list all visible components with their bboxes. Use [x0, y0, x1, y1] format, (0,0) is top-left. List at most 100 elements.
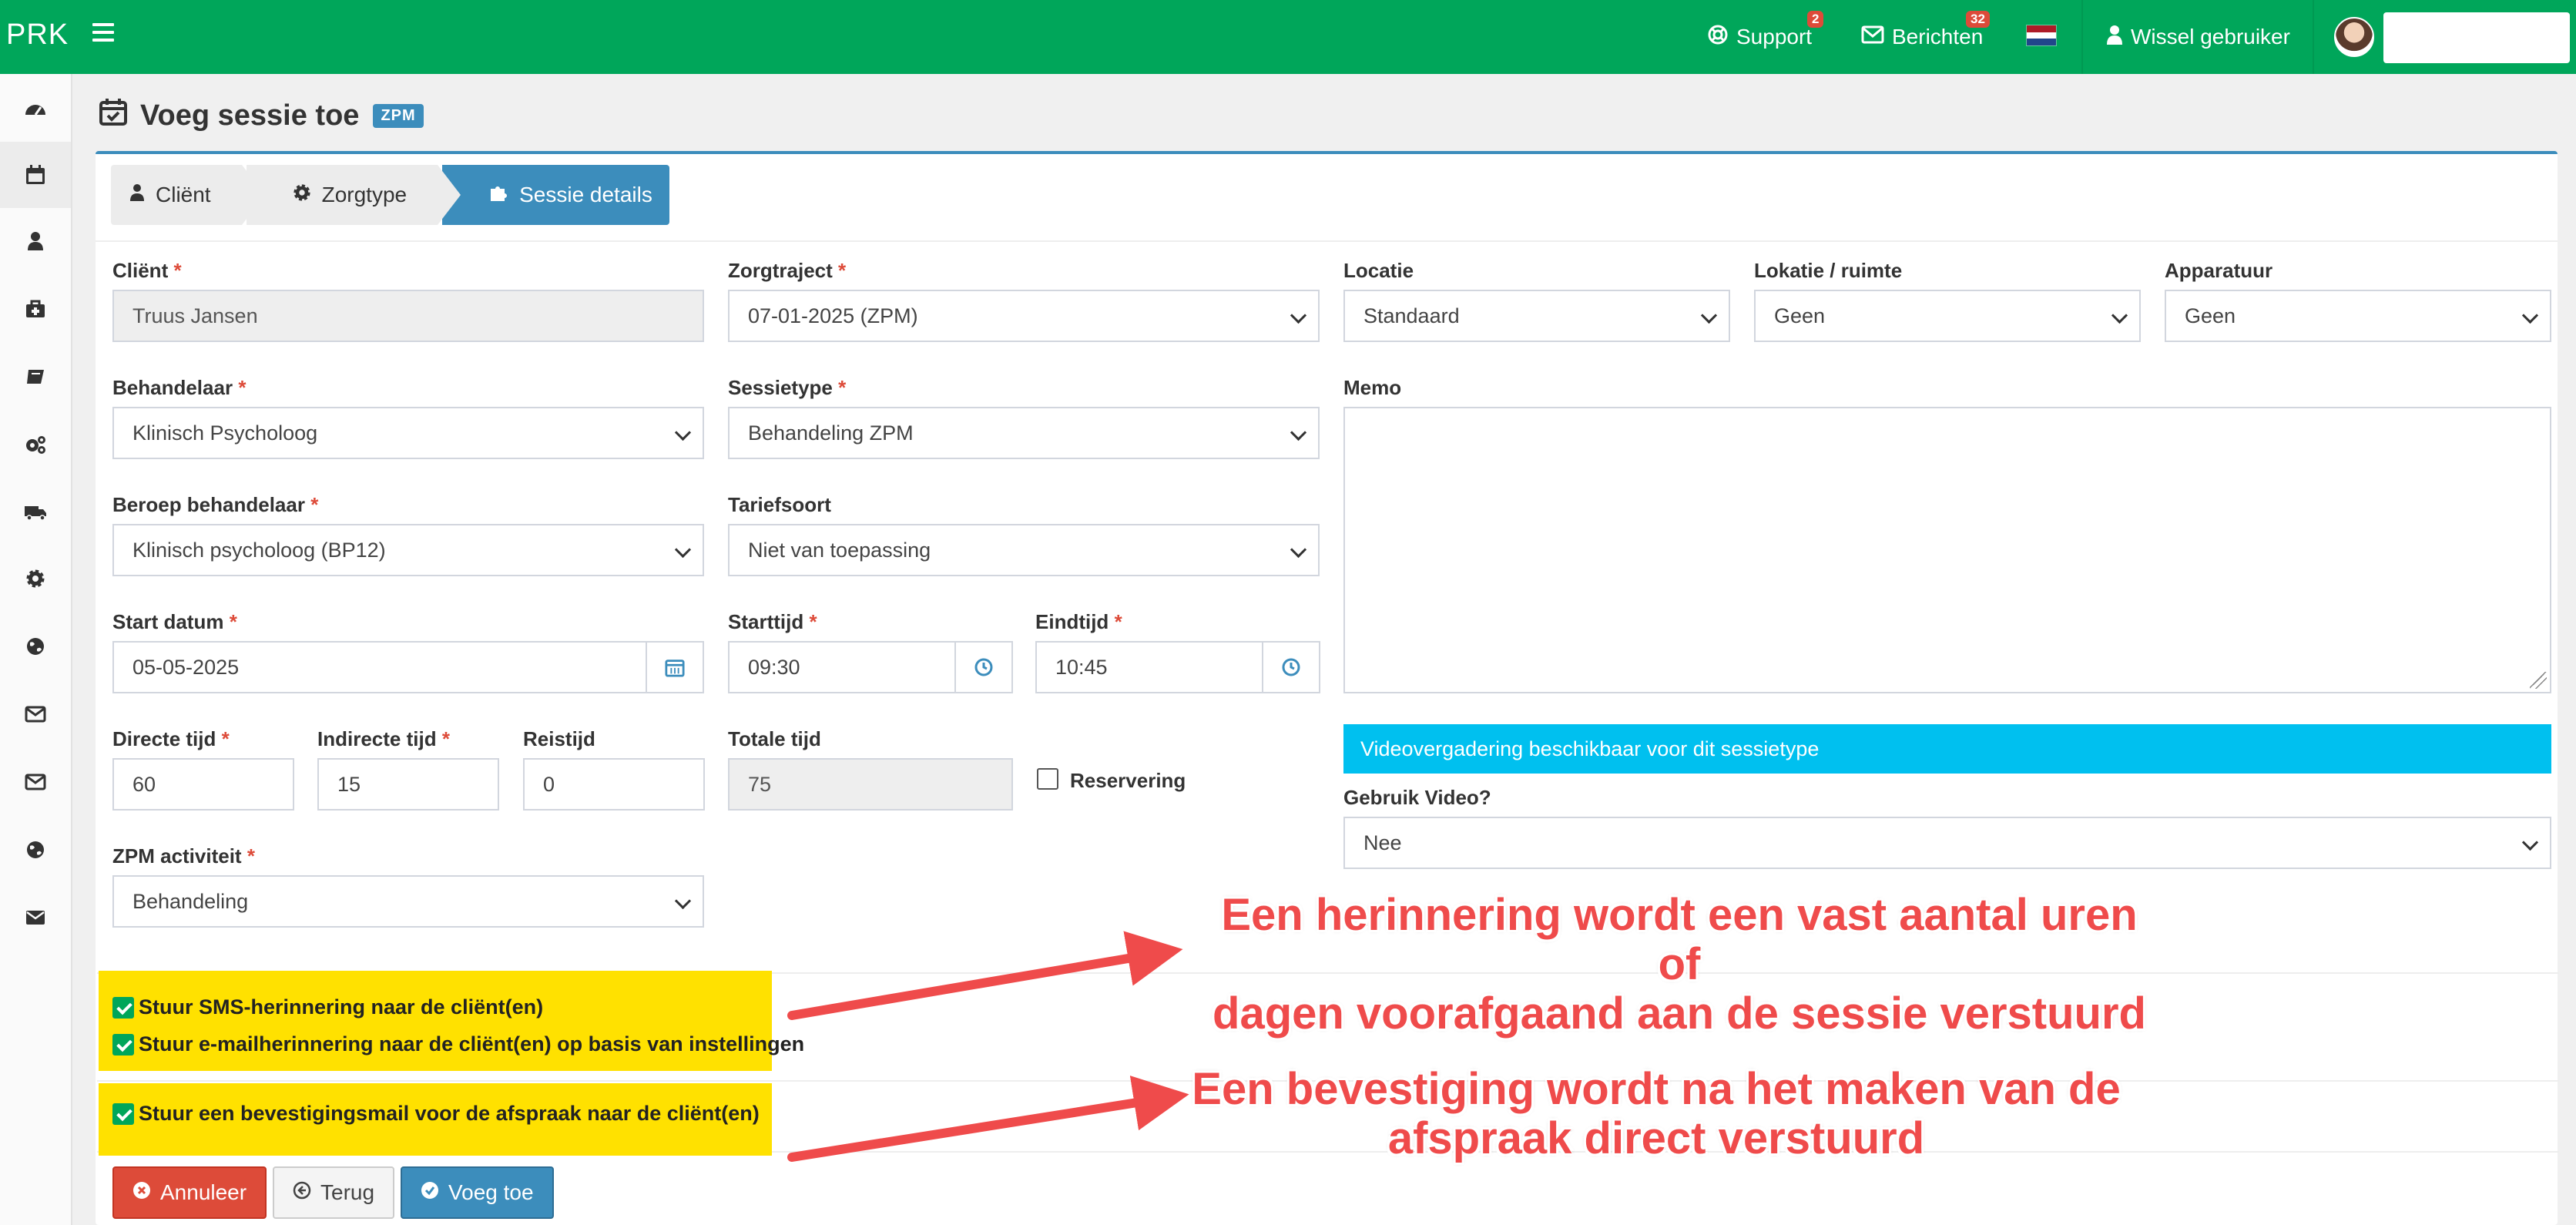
resize-grip-icon[interactable] [2530, 672, 2547, 689]
globe-icon [27, 638, 44, 655]
messages-link[interactable]: Berichten [1861, 0, 1983, 74]
email-reminder-checkbox[interactable] [112, 1033, 134, 1056]
gebruik-video-select[interactable]: Nee [1343, 817, 2551, 869]
sms-reminder-label: Stuur SMS-herinnering naar de cliënt(en) [139, 995, 544, 1019]
wizard-step-session-details[interactable]: Sessie details [442, 165, 669, 225]
calendar-picker-button[interactable] [646, 641, 704, 693]
zpm-activiteit-select[interactable]: Behandeling [112, 875, 704, 928]
sidebar-item-transport[interactable] [0, 479, 71, 545]
sms-reminder-row[interactable]: Stuur SMS-herinnering naar de cliënt(en) [112, 995, 543, 1019]
reservering-label: Reservering [1070, 769, 1186, 792]
sidebar-item-settings-multi[interactable] [0, 411, 71, 478]
wizard-steps: Cliënt Zorgtype Sessie details [111, 165, 674, 225]
user-secret-icon [2106, 24, 2123, 51]
sidebar-item-calendar[interactable] [0, 142, 71, 208]
indirecte-tijd-input[interactable]: 15 [317, 758, 499, 811]
eindtijd-input[interactable]: 10:45 [1035, 641, 1263, 693]
sidebar-item-mail-2[interactable] [0, 749, 71, 815]
app-logo[interactable]: PRK [6, 18, 69, 52]
sidebar-item-book[interactable] [0, 344, 71, 410]
starttijd-label: Starttijd * [728, 610, 817, 633]
dashboard-icon [25, 105, 45, 116]
sessietype-select[interactable]: Behandeling ZPM [728, 407, 1320, 459]
confirmation-row[interactable]: Stuur een bevestigingsmail voor de afspr… [112, 1102, 760, 1126]
start-datum-input[interactable]: 05-05-2025 [112, 641, 647, 693]
sidebar-item-settings[interactable] [0, 545, 71, 612]
support-link[interactable]: Support [1707, 0, 1812, 74]
apparatuur-label: Apparatuur [2165, 259, 2273, 282]
user-avatar[interactable] [2334, 17, 2374, 57]
sidebar-item-dashboard[interactable] [0, 76, 71, 142]
beroep-label: Beroep behandelaar * [112, 493, 319, 516]
globe-icon [27, 841, 44, 858]
lokatie-ruimte-select[interactable]: Geen [1754, 290, 2141, 342]
wizard-step-label: Zorgtype [321, 183, 408, 206]
wizard-step-label: Cliënt [156, 183, 211, 206]
sidebar-item-clients[interactable] [0, 208, 71, 274]
email-reminder-row[interactable]: Stuur e-mailherinnering naar de cliënt(e… [112, 1032, 804, 1056]
sms-reminder-checkbox[interactable] [112, 996, 134, 1019]
directe-tijd-input[interactable]: 60 [112, 758, 294, 811]
zorgtraject-select[interactable]: 07-01-2025 (ZPM) [728, 290, 1320, 342]
gear-icon [26, 569, 45, 588]
starttijd-input[interactable]: 09:30 [728, 641, 956, 693]
netherlands-flag-icon[interactable] [2026, 25, 2057, 46]
user-icon [28, 232, 43, 250]
totale-tijd-field: 75 [728, 758, 1013, 811]
lifebuoy-icon [1707, 24, 1729, 51]
email-reminder-label: Stuur e-mailherinnering naar de cliënt(e… [139, 1032, 805, 1056]
tariefsoort-select[interactable]: Niet van toepassing [728, 524, 1320, 576]
wizard-step-zorgtype[interactable]: Zorgtype [246, 165, 461, 225]
sidebar-item-care[interactable] [0, 276, 71, 342]
medkit-icon [26, 300, 45, 317]
add-button[interactable]: Voeg toe [401, 1166, 554, 1219]
switch-user-label: Wissel gebruiker [2131, 25, 2290, 49]
zorgtraject-label: Zorgtraject * [728, 259, 847, 282]
beroep-select[interactable]: Klinisch psycholoog (BP12) [112, 524, 704, 576]
page-title-text: Voeg sessie toe [140, 99, 360, 132]
support-label: Support [1736, 25, 1813, 49]
tariefsoort-label: Tariefsoort [728, 493, 831, 516]
reistijd-input[interactable]: 0 [523, 758, 705, 811]
messages-label: Berichten [1892, 25, 1984, 49]
arrow-circle-left-icon [293, 1181, 311, 1205]
locatie-select[interactable]: Standaard [1343, 290, 1730, 342]
sidebar-item-mail[interactable] [0, 681, 71, 747]
clock-icon [1282, 658, 1300, 676]
reminder-annotation: Een herinnering wordt een vast aantal ur… [1213, 890, 2146, 1039]
reistijd-label: Reistijd [523, 727, 595, 750]
menu-toggle-icon[interactable] [92, 23, 114, 45]
memo-textarea[interactable] [1343, 407, 2551, 693]
sidebar-item-globe[interactable] [0, 613, 71, 680]
client-label: Cliënt * [112, 259, 182, 282]
gebruik-video-label: Gebruik Video? [1343, 786, 1491, 809]
sidebar-item-mail-3[interactable] [0, 884, 71, 951]
sessietype-label: Sessietype * [728, 376, 847, 399]
behandelaar-select[interactable]: Klinisch Psycholoog [112, 407, 704, 459]
wizard-step-label: Sessie details [519, 183, 652, 206]
back-button[interactable]: Terug [273, 1166, 395, 1219]
envelope-icon [1861, 25, 1884, 49]
client-field[interactable]: Truus Jansen [112, 290, 704, 342]
starttijd-clock-button[interactable] [954, 641, 1013, 693]
truck-icon [25, 506, 46, 521]
confirmation-annotation: Een bevestiging wordt na het maken van d… [1192, 1064, 2121, 1163]
switch-user-link[interactable]: Wissel gebruiker [2106, 0, 2290, 74]
cogs-icon [26, 436, 45, 454]
video-available-notice: Videovergadering beschikbaar voor dit se… [1343, 724, 2551, 774]
wizard-step-client[interactable]: Cliënt [111, 165, 265, 225]
confirmation-label: Stuur een bevestigingsmail voor de afspr… [139, 1102, 760, 1125]
apparatuur-select[interactable]: Geen [2165, 290, 2551, 342]
clock-icon [974, 658, 993, 676]
zpm-activiteit-label: ZPM activiteit * [112, 844, 255, 868]
confirmation-checkbox[interactable] [112, 1102, 134, 1125]
gear-icon [293, 183, 311, 207]
reservering-checkbox[interactable] [1037, 768, 1058, 790]
cancel-button[interactable]: Annuleer [112, 1166, 267, 1219]
user-name-box[interactable] [2383, 12, 2570, 63]
eindtijd-label: Eindtijd * [1035, 610, 1122, 633]
sidebar [0, 74, 72, 1225]
envelope-o-icon [25, 706, 46, 723]
eindtijd-clock-button[interactable] [1262, 641, 1320, 693]
sidebar-item-globe-2[interactable] [0, 817, 71, 883]
